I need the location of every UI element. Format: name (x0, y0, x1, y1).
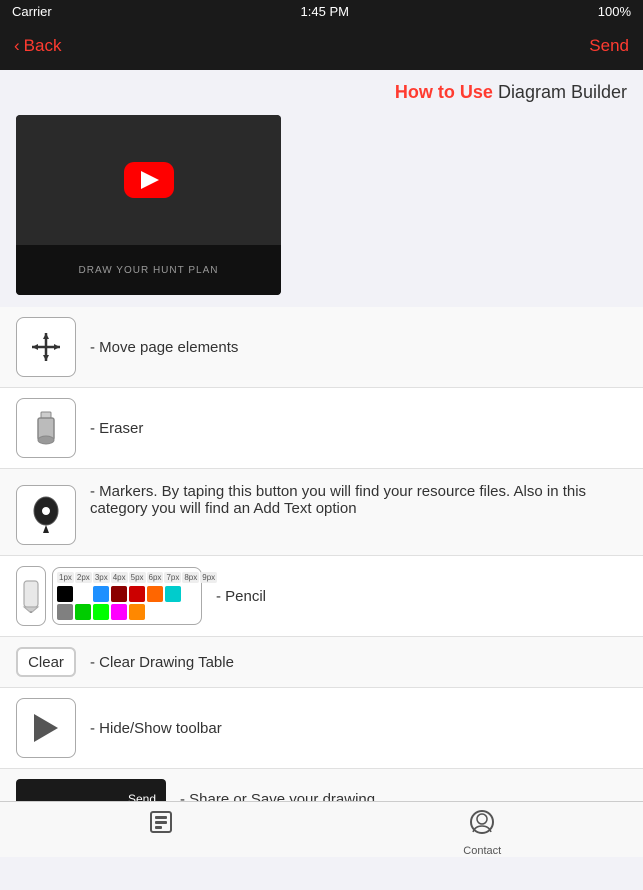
video-screen (16, 115, 281, 245)
color-swatch[interactable] (75, 604, 91, 620)
video-bottom: DRAW YOUR HUNT PLAN (16, 245, 281, 295)
feature-row-clear: Clear - Clear Drawing Table (0, 637, 643, 688)
pencil-size-btn[interactable]: 6px (147, 572, 164, 583)
feature-row-markers: - Markers. By taping this button you wil… (0, 469, 643, 556)
move-icon (16, 317, 76, 377)
pencil-size-btn[interactable]: 7px (164, 572, 181, 583)
feature-row-pencil: 1px2px3px4px5px6px7px8px9px - Pencil (0, 556, 643, 637)
color-swatch[interactable] (75, 586, 91, 602)
clear-description: - Clear Drawing Table (90, 654, 627, 671)
pencil-description: - Pencil (216, 588, 627, 605)
page-title: How to Use Diagram Builder (0, 70, 643, 111)
diagram-icon (147, 808, 175, 843)
pencil-size-btn[interactable]: 4px (111, 572, 128, 583)
pencil-size-btn[interactable]: 1px (57, 572, 74, 583)
color-swatch[interactable] (111, 604, 127, 620)
feature-row-eraser: - Eraser (0, 388, 643, 469)
battery-label: 100% (598, 4, 631, 19)
send-label: Send (589, 36, 629, 55)
contact-icon (468, 808, 496, 843)
eraser-icon (16, 398, 76, 458)
back-label: Back (24, 36, 62, 56)
color-swatch[interactable] (57, 586, 73, 602)
back-chevron-icon: ‹ (14, 36, 20, 56)
video-bottom-text: DRAW YOUR HUNT PLAN (79, 265, 219, 276)
pencil-size-btn[interactable]: 3px (93, 572, 110, 583)
status-bar: Carrier 1:45 PM 100% (0, 0, 643, 22)
pencil-main-icon (16, 566, 46, 626)
youtube-play-icon[interactable] (124, 162, 174, 198)
markers-description: - Markers. By taping this button you wil… (90, 483, 627, 517)
move-description: - Move page elements (90, 339, 627, 356)
color-swatch[interactable] (93, 586, 109, 602)
send-button[interactable]: Send (589, 36, 629, 56)
markers-icon (16, 485, 76, 545)
tab-bar: Contact (0, 801, 643, 857)
eraser-description: - Eraser (90, 420, 627, 437)
hide-description: - Hide/Show toolbar (90, 720, 627, 737)
pencil-size-btn[interactable]: 2px (75, 572, 92, 583)
color-swatch[interactable] (165, 586, 181, 602)
tab-contact[interactable]: Contact (442, 808, 522, 853)
pencil-size-btn[interactable]: 9px (200, 572, 217, 583)
video-container[interactable]: Badger App Preview ↗ DRAW YOUR HUNT PLAN (16, 115, 281, 295)
color-swatch[interactable] (147, 586, 163, 602)
color-swatch[interactable] (93, 604, 109, 620)
color-swatch[interactable] (111, 586, 127, 602)
carrier-label: Carrier (12, 4, 52, 19)
feature-row-hide: - Hide/Show toolbar (0, 688, 643, 769)
nav-bar: ‹ Back Send (0, 22, 643, 70)
status-right: 100% (598, 4, 631, 19)
pencil-widget-container: 1px2px3px4px5px6px7px8px9px (16, 566, 202, 626)
feature-row-move: - Move page elements (0, 307, 643, 388)
time-label: 1:45 PM (301, 4, 349, 19)
title-red: How to Use (395, 82, 493, 102)
pencil-size-btn[interactable]: 5px (129, 572, 146, 583)
color-swatch[interactable] (129, 604, 145, 620)
feature-list: - Move page elements - Eraser (0, 307, 643, 830)
pencil-size-btn[interactable]: 8px (182, 572, 199, 583)
color-swatch[interactable] (57, 604, 73, 620)
clear-label: Clear (28, 654, 64, 671)
hide-toolbar-icon (16, 698, 76, 758)
clear-button[interactable]: Clear (16, 647, 76, 677)
tab-diagram[interactable] (121, 808, 201, 853)
pencil-widget: 1px2px3px4px5px6px7px8px9px (52, 567, 202, 625)
tab-contact-label: Contact (463, 845, 501, 857)
back-button[interactable]: ‹ Back (14, 36, 61, 56)
title-black: Diagram Builder (493, 82, 627, 102)
color-swatch[interactable] (129, 586, 145, 602)
